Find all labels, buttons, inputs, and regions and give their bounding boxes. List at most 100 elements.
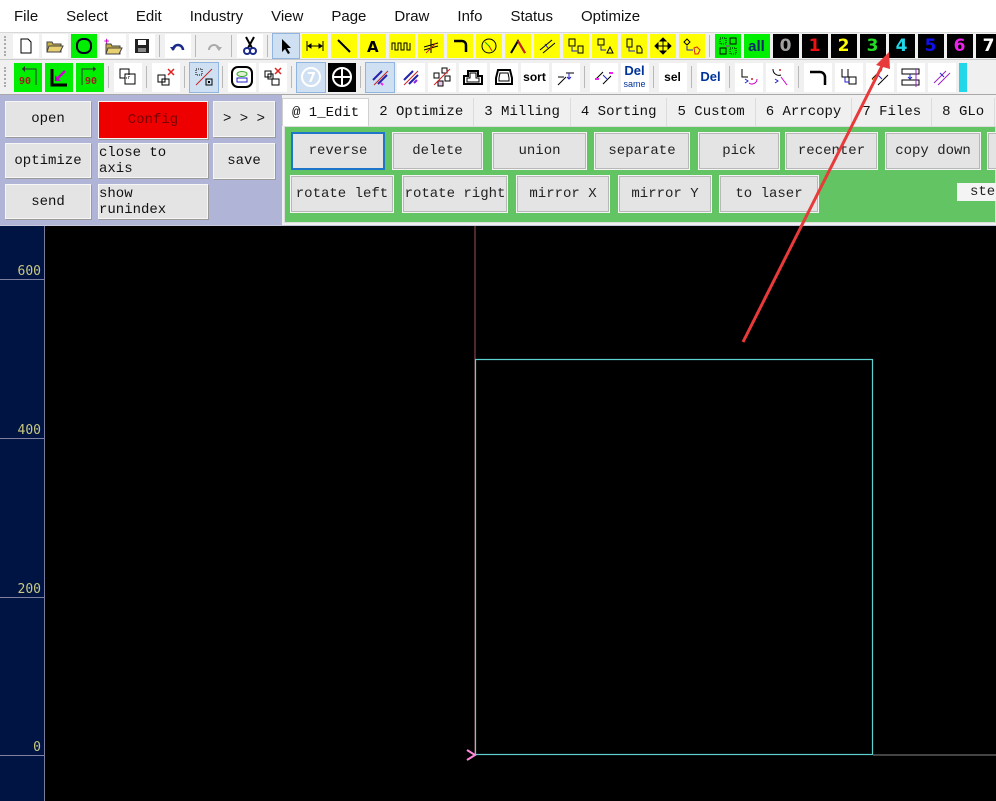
save-button[interactable]: save <box>213 143 275 179</box>
menu-page[interactable]: Page <box>317 0 380 33</box>
tab-arrcopy[interactable]: 6 Arrcopy <box>756 98 853 126</box>
measure-icon[interactable] <box>301 34 328 58</box>
tab-glo[interactable]: 8 GLo <box>932 98 996 126</box>
line-tool-icon[interactable] <box>330 34 357 58</box>
toolbar-grip[interactable] <box>4 67 7 87</box>
rotate-left-button[interactable]: rotate left <box>290 175 394 213</box>
delete-button[interactable]: Del <box>696 62 725 92</box>
circle-start-icon[interactable] <box>475 34 502 58</box>
offset-lines-icon[interactable] <box>533 34 560 58</box>
layer-4-button[interactable]: 4 <box>888 34 915 58</box>
import-file-icon[interactable]: + <box>99 34 126 58</box>
pick-button[interactable]: pick <box>698 132 780 170</box>
layer-2-button[interactable]: 2 <box>830 34 857 58</box>
number-7-circle-icon[interactable]: 7 <box>295 61 326 93</box>
layer-1-button[interactable]: 1 <box>801 34 828 58</box>
union-button[interactable]: union <box>492 132 587 170</box>
redo-icon[interactable] <box>201 34 227 58</box>
menu-view[interactable]: View <box>257 0 317 33</box>
angle-icon[interactable] <box>504 34 531 58</box>
select-cross-icon[interactable] <box>188 61 219 93</box>
to-laser-button[interactable]: to laser <box>719 175 819 213</box>
save-disk-icon[interactable] <box>128 34 155 58</box>
recenter-button[interactable]: recenter <box>785 132 878 170</box>
round-corner-icon[interactable] <box>803 62 832 92</box>
layer-5-button[interactable]: 5 <box>917 34 944 58</box>
open-folder-icon[interactable] <box>41 34 68 58</box>
tab-sorting[interactable]: 4 Sorting <box>571 98 668 126</box>
multi-offset-icon[interactable] <box>927 62 956 92</box>
parallel-lines-icon[interactable] <box>364 61 395 93</box>
rotate-right-90-icon[interactable]: 90 <box>75 62 104 92</box>
rotate-left-90-icon[interactable]: 90 <box>13 62 42 92</box>
more-button[interactable]: > > > <box>213 101 275 137</box>
menu-edit[interactable]: Edit <box>122 0 176 33</box>
delete-group-icon[interactable] <box>258 62 287 92</box>
tab-custom[interactable]: 5 Custom <box>667 98 756 126</box>
crosshair-icon[interactable] <box>327 62 356 92</box>
break-line-icon[interactable] <box>551 62 580 92</box>
layer-7-button[interactable]: 7 <box>975 34 996 58</box>
undo-icon[interactable] <box>164 34 191 58</box>
copy-down-button[interactable]: copy down <box>885 132 981 170</box>
offset-shape-icon[interactable] <box>489 62 518 92</box>
separate-button[interactable]: separate <box>594 132 690 170</box>
sort-button[interactable]: sort <box>520 62 549 92</box>
more-edit-button[interactable] <box>987 132 996 170</box>
menu-select[interactable]: Select <box>52 0 122 33</box>
wave-pattern-icon[interactable] <box>388 34 415 58</box>
align-rects-icon[interactable] <box>896 62 925 92</box>
reverse-button[interactable]: reverse <box>291 132 385 170</box>
order-boxes-icon[interactable] <box>427 62 456 92</box>
step-field[interactable]: step <box>957 183 996 201</box>
sel-button[interactable]: sel <box>658 62 687 92</box>
menu-optimize[interactable]: Optimize <box>567 0 654 33</box>
config-button[interactable]: Config <box>98 101 208 139</box>
layer-6-button[interactable]: 6 <box>946 34 973 58</box>
connect-ends-icon[interactable] <box>589 62 618 92</box>
parallel-offset-icon[interactable] <box>396 62 425 92</box>
move-to-origin-icon[interactable] <box>44 62 73 92</box>
open-button[interactable]: open <box>5 101 91 137</box>
menu-status[interactable]: Status <box>496 0 567 33</box>
outline-shape-icon[interactable] <box>458 62 487 92</box>
layer-3-button[interactable]: 3 <box>859 34 886 58</box>
optimize-button[interactable]: optimize <box>5 143 91 178</box>
cut-line-icon[interactable] <box>865 62 894 92</box>
menu-industry[interactable]: Industry <box>176 0 257 33</box>
delete-same-button[interactable]: Del same <box>620 62 649 92</box>
lead-out-icon[interactable] <box>765 62 794 92</box>
drawing-canvas[interactable] <box>45 226 996 801</box>
select-pointer-icon[interactable] <box>271 33 300 59</box>
overlap-rects-icon[interactable] <box>113 62 142 92</box>
mirror-y-button[interactable]: mirror Y <box>618 175 712 213</box>
delete-overlap-icon[interactable] <box>151 62 180 92</box>
move-arrows-icon[interactable] <box>649 34 676 58</box>
tab-edit[interactable]: @ 1_Edit <box>282 98 370 126</box>
split-rect-icon[interactable] <box>834 62 863 92</box>
move-to-shape-icon[interactable] <box>678 34 705 58</box>
tab-optimize[interactable]: 2 Optimize <box>369 98 475 126</box>
square-shape[interactable] <box>474 358 874 756</box>
tab-milling[interactable]: 3 Milling <box>474 98 571 126</box>
move-rect-icon[interactable] <box>562 34 589 58</box>
move-triangle-icon[interactable] <box>591 34 618 58</box>
tab-files[interactable]: 7 Files <box>852 98 933 126</box>
ellipse-in-rect-icon[interactable] <box>227 62 256 92</box>
cross-lines-icon[interactable] <box>417 34 444 58</box>
scissors-icon[interactable] <box>236 34 263 58</box>
select-all-button[interactable]: all <box>743 34 770 58</box>
show-runindex-button[interactable]: show runindex <box>98 184 208 219</box>
rotate-right-button[interactable]: rotate right <box>402 175 508 213</box>
text-tool-icon[interactable]: A <box>359 34 386 58</box>
overflow-icon[interactable] <box>958 62 967 92</box>
menu-draw[interactable]: Draw <box>380 0 443 33</box>
menu-info[interactable]: Info <box>443 0 496 33</box>
delete-button[interactable]: delete <box>392 132 483 170</box>
circle-tool-icon[interactable] <box>70 34 97 58</box>
toolbar-grip[interactable] <box>4 36 6 56</box>
move-shape-icon[interactable] <box>620 34 647 58</box>
mirror-x-button[interactable]: mirror X <box>516 175 610 213</box>
close-to-axis-button[interactable]: close to axis <box>98 143 208 178</box>
menu-file[interactable]: File <box>0 0 52 33</box>
